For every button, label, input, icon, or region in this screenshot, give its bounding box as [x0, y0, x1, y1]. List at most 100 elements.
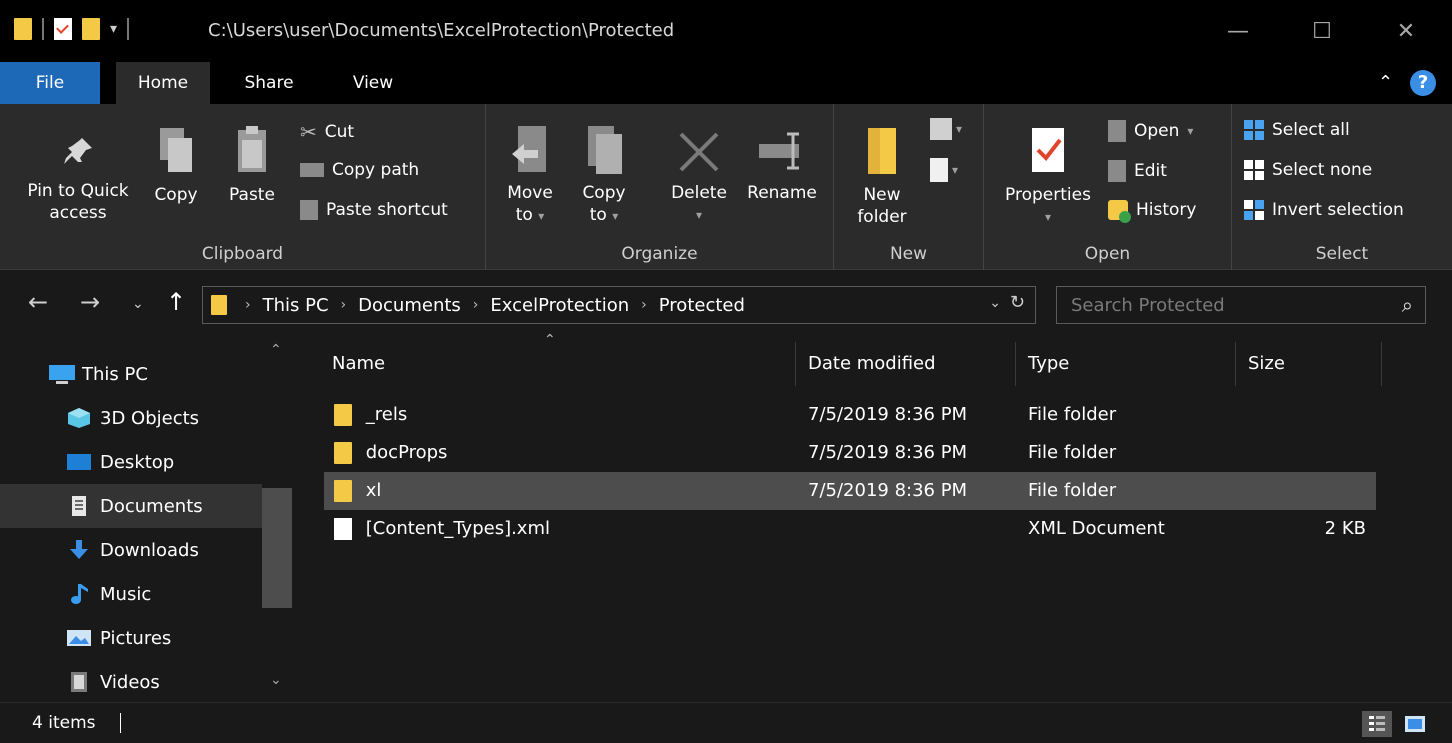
nav-item-videos[interactable]: Videos	[0, 660, 262, 704]
select-none-label: Select none	[1272, 160, 1373, 180]
history-button[interactable]: History	[1108, 200, 1196, 223]
close-button[interactable]: ✕	[1386, 14, 1426, 50]
column-header-size[interactable]: Size	[1238, 342, 1382, 386]
clipboard-icon	[238, 126, 266, 172]
new-item-button[interactable]: ▾	[930, 118, 962, 140]
nav-scrollbar[interactable]: ⌃ ⌄	[262, 334, 292, 702]
file-type: File folder	[1028, 480, 1117, 501]
tab-view[interactable]: View	[330, 62, 416, 104]
tab-file[interactable]: File	[0, 62, 100, 104]
back-arrow-icon[interactable]: ←	[28, 288, 48, 316]
delete-button[interactable]: Delete ▾	[662, 122, 736, 226]
copy-to-button[interactable]: Copy to ▾	[576, 122, 632, 227]
address-bar[interactable]: › This PC › Documents › ExcelProtection …	[202, 286, 1036, 324]
copy-path-button[interactable]: Copy path	[300, 160, 419, 180]
search-box[interactable]: Search Protected ⌕	[1056, 286, 1426, 324]
recent-locations-chevron-icon[interactable]: ⌄	[132, 296, 144, 312]
nav-scrollbar-thumb[interactable]	[262, 488, 292, 608]
properties-button[interactable]: Properties ▾	[998, 124, 1098, 228]
nav-item-desktop[interactable]: Desktop	[0, 440, 262, 484]
file-row[interactable]: _rels 7/5/2019 8:36 PM File folder	[324, 396, 1376, 434]
file-name: docProps	[365, 442, 448, 463]
select-group-label: Select	[1315, 244, 1369, 264]
navigation-pane: This PC 3D Objects Desktop Documents Dow…	[0, 334, 296, 702]
folder-icon	[334, 404, 352, 426]
rename-button[interactable]: Rename	[744, 122, 820, 204]
tab-home[interactable]: Home	[116, 62, 210, 104]
new-folder-icon[interactable]	[82, 18, 100, 40]
large-icons-view-icon[interactable]	[1400, 711, 1430, 737]
nav-item-documents[interactable]: Documents	[0, 484, 262, 528]
pin-to-quick-access-button[interactable]: Pin to Quick access	[16, 132, 140, 224]
nav-item-label: This PC	[82, 363, 148, 385]
nav-item-downloads[interactable]: Downloads	[0, 528, 262, 572]
tab-share[interactable]: Share	[226, 62, 312, 104]
folder-icon	[868, 128, 896, 174]
file-row[interactable]: [Content_Types].xml XML Document 2 KB	[324, 510, 1376, 548]
file-name-cell: [Content_Types].xml	[334, 510, 804, 548]
select-all-label: Select all	[1272, 120, 1350, 140]
breadcrumb-excelprotection[interactable]: ExcelProtection	[490, 295, 629, 316]
file-date: 7/5/2019 8:36 PM	[808, 480, 968, 501]
pin-label-line2: access	[49, 203, 107, 223]
column-header-date-modified[interactable]: Date modified	[798, 342, 1016, 386]
paste-shortcut-button[interactable]: Paste shortcut	[300, 200, 448, 220]
nav-item-this-pc[interactable]: This PC	[0, 352, 262, 396]
open-button[interactable]: Open ▾	[1108, 120, 1193, 142]
folder-icon	[334, 442, 352, 464]
collapse-ribbon-icon[interactable]: ⌃	[1378, 72, 1393, 93]
copy-label: Copy	[154, 185, 198, 205]
rename-icon	[759, 132, 799, 170]
nav-item-music[interactable]: Music	[0, 572, 262, 616]
customize-toolbar-icon[interactable]: ▾	[110, 21, 117, 37]
copy-button[interactable]: Copy	[148, 124, 204, 206]
search-input[interactable]: Search Protected	[1071, 295, 1225, 316]
nav-item-label: Videos	[100, 671, 160, 693]
breadcrumb-chevron-icon[interactable]: ›	[641, 297, 647, 313]
help-icon[interactable]: ?	[1410, 70, 1436, 96]
forward-arrow-icon[interactable]: →	[80, 288, 100, 316]
paste-button[interactable]: Paste	[222, 124, 282, 206]
breadcrumb-chevron-icon[interactable]: ›	[473, 297, 479, 313]
desktop-icon	[66, 451, 92, 473]
breadcrumb-chevron-icon[interactable]: ›	[341, 297, 347, 313]
properties-dropdown-icon[interactable]: ▾	[998, 206, 1098, 228]
column-header-name[interactable]: Name	[322, 342, 796, 386]
scroll-down-icon[interactable]: ⌄	[270, 672, 282, 688]
scroll-up-icon[interactable]: ⌃	[270, 342, 282, 358]
delete-dropdown-icon[interactable]: ▾	[662, 204, 736, 226]
breadcrumb-documents[interactable]: Documents	[358, 295, 461, 316]
file-type: File folder	[1028, 442, 1117, 463]
nav-item-pictures[interactable]: Pictures	[0, 616, 262, 660]
column-header-type[interactable]: Type	[1018, 342, 1236, 386]
refresh-icon[interactable]: ↻	[1010, 292, 1025, 313]
status-bar: 4 items	[0, 702, 1452, 743]
details-view-icon[interactable]	[1362, 711, 1392, 737]
nav-item-3d-objects[interactable]: 3D Objects	[0, 396, 262, 440]
breadcrumb-protected[interactable]: Protected	[659, 295, 745, 316]
address-dropdown-icon[interactable]: ⌄	[989, 295, 1001, 311]
file-row[interactable]: docProps 7/5/2019 8:36 PM File folder	[324, 434, 1376, 472]
breadcrumb-chevron-icon[interactable]: ›	[245, 297, 251, 313]
breadcrumb-this-pc[interactable]: This PC	[263, 295, 329, 316]
edit-button[interactable]: Edit	[1108, 160, 1167, 182]
window-title: C:\Users\user\Documents\ExcelProtection\…	[208, 20, 675, 41]
file-date: 7/5/2019 8:36 PM	[808, 404, 968, 425]
properties-icon[interactable]	[54, 18, 72, 40]
select-all-button[interactable]: Select all	[1244, 120, 1350, 140]
select-none-button[interactable]: Select none	[1244, 160, 1372, 180]
move-to-button[interactable]: Move to ▾	[502, 122, 558, 227]
new-folder-button[interactable]: New folder	[852, 124, 912, 228]
cut-button[interactable]: ✂ Cut	[300, 120, 354, 144]
item-count: 4 items	[32, 713, 96, 733]
up-arrow-icon[interactable]: ↑	[166, 288, 186, 316]
maximize-button[interactable]: ☐	[1302, 14, 1342, 50]
search-icon[interactable]: ⌕	[1402, 293, 1413, 317]
select-none-icon	[1244, 160, 1264, 180]
invert-selection-button[interactable]: Invert selection	[1244, 200, 1404, 220]
nav-item-label: Documents	[100, 495, 203, 517]
file-row[interactable]: xl 7/5/2019 8:36 PM File folder	[324, 472, 1376, 510]
copy-to-icon	[588, 126, 622, 174]
easy-access-button[interactable]: ▾	[930, 158, 958, 182]
minimize-button[interactable]: —	[1218, 14, 1258, 50]
